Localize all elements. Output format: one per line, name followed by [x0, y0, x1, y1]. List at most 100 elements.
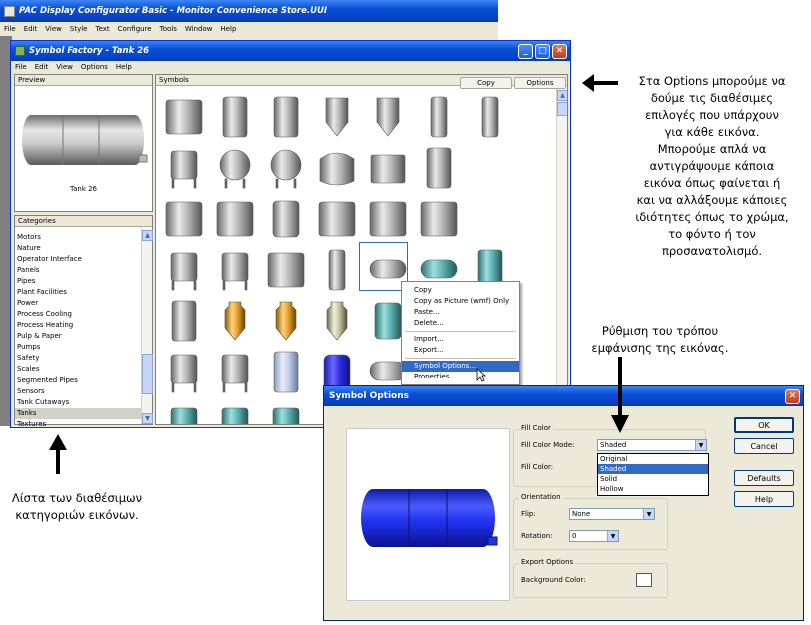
symbol-thumbnail[interactable]: [209, 91, 260, 142]
symbol-thumbnail[interactable]: [158, 244, 209, 295]
outer-menu-edit[interactable]: Edit: [24, 25, 38, 33]
menu-item-export[interactable]: Export...: [402, 345, 519, 356]
outer-menu-style[interactable]: Style: [70, 25, 88, 33]
category-item[interactable]: Pulp & Paper: [15, 331, 141, 342]
category-item[interactable]: Safety: [15, 353, 141, 364]
category-item[interactable]: Nature: [15, 243, 141, 254]
options-button[interactable]: Options: [514, 77, 566, 89]
symbols-scroll-thumb[interactable]: [557, 102, 567, 116]
symbol-thumbnail[interactable]: [260, 346, 311, 397]
category-item[interactable]: Panels: [15, 265, 141, 276]
symbol-thumbnail[interactable]: [464, 142, 515, 193]
symbol-thumbnail[interactable]: [260, 193, 311, 244]
outer-title-bar[interactable]: PAC Display Configurator Basic - Monitor…: [0, 0, 498, 22]
menu-item-delete[interactable]: Delete...: [402, 318, 519, 329]
outer-menu-view[interactable]: View: [45, 25, 62, 33]
copy-button[interactable]: Copy: [460, 77, 512, 89]
ok-button[interactable]: OK: [734, 417, 794, 433]
outer-menu-help[interactable]: Help: [220, 25, 236, 33]
scroll-thumb[interactable]: [142, 354, 153, 394]
outer-menu-file[interactable]: File: [4, 25, 16, 33]
symbol-thumbnail[interactable]: [413, 193, 464, 244]
symbol-thumbnail[interactable]: [158, 91, 209, 142]
minimize-button[interactable]: _: [518, 43, 533, 59]
symbol-thumbnail[interactable]: [311, 244, 362, 295]
category-item[interactable]: Pipes: [15, 276, 141, 287]
flip-select[interactable]: None ▼: [569, 508, 655, 520]
close-button[interactable]: ✕: [552, 43, 567, 59]
symbol-thumbnail[interactable]: [362, 193, 413, 244]
menu-item-paste[interactable]: Paste...: [402, 307, 519, 318]
symbols-scroll-up-arrow-icon[interactable]: ▲: [557, 90, 567, 101]
maximize-button[interactable]: □: [535, 43, 550, 59]
sf-menu-edit[interactable]: Edit: [35, 63, 49, 71]
menu-item-properties[interactable]: Properties: [402, 372, 519, 378]
symbol-thumbnail[interactable]: [158, 346, 209, 397]
symbol-thumbnail[interactable]: [413, 91, 464, 142]
symbol-thumbnail[interactable]: [311, 193, 362, 244]
sf-menu-options[interactable]: Options: [81, 63, 108, 71]
category-item[interactable]: Process Cooling: [15, 309, 141, 320]
category-item[interactable]: Scales: [15, 364, 141, 375]
symbol-thumbnail[interactable]: [260, 244, 311, 295]
category-item[interactable]: Tank Cutaways: [15, 397, 141, 408]
mode-option-solid[interactable]: Solid: [598, 474, 708, 484]
chevron-down-icon[interactable]: ▼: [695, 440, 706, 450]
fill-color-mode-select[interactable]: Shaded ▼: [597, 439, 707, 451]
symbol-thumbnail[interactable]: [311, 295, 362, 346]
scroll-up-arrow-icon[interactable]: ▲: [142, 230, 153, 241]
dialog-close-button[interactable]: ✕: [785, 388, 800, 404]
symbols-scrollbar[interactable]: ▲: [556, 89, 567, 424]
category-item[interactable]: Operator Interface: [15, 254, 141, 265]
symbol-thumbnail[interactable]: [158, 295, 209, 346]
rotation-select[interactable]: 0 ▼: [569, 530, 619, 542]
symbol-thumbnail[interactable]: [209, 244, 260, 295]
symbol-thumbnail[interactable]: [209, 193, 260, 244]
cancel-button[interactable]: Cancel: [734, 438, 794, 454]
category-item[interactable]: Process Heating: [15, 320, 141, 331]
menu-item-copy-as-picture[interactable]: Copy as Picture (wmf) Only: [402, 296, 519, 307]
symbol-factory-title-bar[interactable]: Symbol Factory - Tank 26 _ □ ✕: [11, 41, 570, 61]
category-item[interactable]: Segmented Pipes: [15, 375, 141, 386]
symbol-options-title-bar[interactable]: Symbol Options ✕: [324, 386, 803, 406]
outer-menu-tools[interactable]: Tools: [160, 25, 177, 33]
symbol-thumbnail[interactable]: [209, 142, 260, 193]
symbol-thumbnail[interactable]: [209, 295, 260, 346]
symbol-thumbnail[interactable]: [413, 142, 464, 193]
symbol-thumbnail[interactable]: [209, 397, 260, 424]
scroll-down-arrow-icon[interactable]: ▼: [142, 413, 153, 424]
category-item[interactable]: Motors: [15, 232, 141, 243]
menu-item-import[interactable]: Import...: [402, 334, 519, 345]
sf-menu-file[interactable]: File: [15, 63, 27, 71]
symbol-thumbnail[interactable]: [260, 397, 311, 424]
symbol-thumbnail[interactable]: [362, 142, 413, 193]
symbol-thumbnail[interactable]: [464, 193, 515, 244]
chevron-down-icon[interactable]: ▼: [643, 509, 654, 519]
symbol-thumbnail[interactable]: [260, 91, 311, 142]
mode-option-hollow[interactable]: Hollow: [598, 484, 708, 494]
category-item[interactable]: Sensors: [15, 386, 141, 397]
background-color-swatch[interactable]: [636, 573, 652, 587]
menu-item-symbol-options[interactable]: Symbol Options...: [402, 361, 519, 372]
symbol-thumbnail[interactable]: [260, 142, 311, 193]
category-item[interactable]: Plant Facilities: [15, 287, 141, 298]
symbol-thumbnail[interactable]: [209, 346, 260, 397]
category-item-selected[interactable]: Tanks: [15, 408, 141, 419]
sf-menu-view[interactable]: View: [56, 63, 73, 71]
mode-option-shaded[interactable]: Shaded: [598, 464, 708, 474]
symbol-thumbnail[interactable]: [311, 142, 362, 193]
sf-menu-help[interactable]: Help: [116, 63, 132, 71]
symbol-thumbnail[interactable]: [464, 91, 515, 142]
outer-menu-configure[interactable]: Configure: [118, 25, 152, 33]
mode-option-original[interactable]: Original: [598, 454, 708, 464]
chevron-down-icon[interactable]: ▼: [607, 531, 618, 541]
symbol-thumbnail[interactable]: [158, 193, 209, 244]
symbol-thumbnail[interactable]: [311, 91, 362, 142]
categories-scrollbar[interactable]: ▲ ▼: [141, 228, 153, 424]
menu-item-copy[interactable]: Copy: [402, 285, 519, 296]
category-item[interactable]: Textures: [15, 419, 141, 430]
symbol-thumbnail[interactable]: [260, 295, 311, 346]
symbol-thumbnail[interactable]: [362, 91, 413, 142]
help-button[interactable]: Help: [734, 491, 794, 507]
symbol-thumbnail[interactable]: [158, 142, 209, 193]
